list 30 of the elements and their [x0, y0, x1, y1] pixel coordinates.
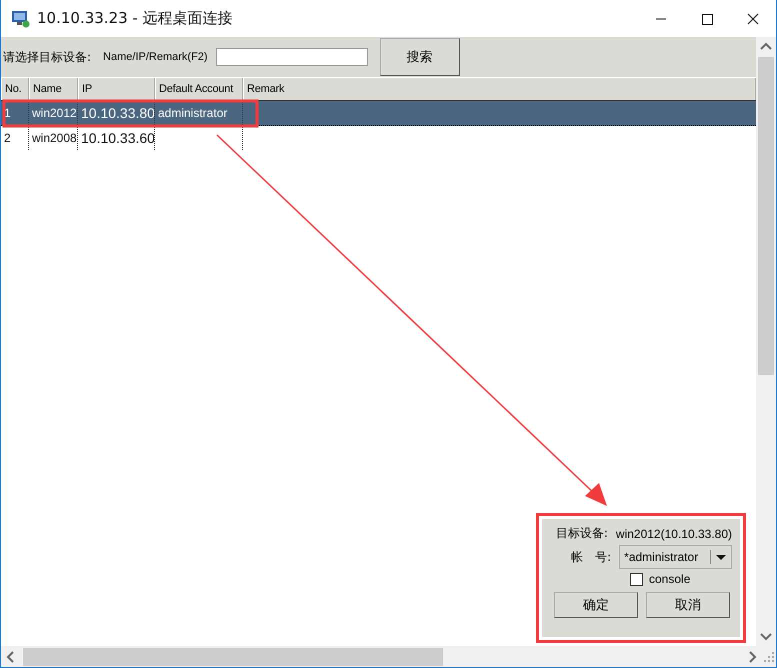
table-cell: win2012: [32, 106, 77, 120]
cancel-button[interactable]: 取消: [646, 592, 730, 618]
table-cell: 2: [4, 131, 11, 145]
horizontal-scrollbar[interactable]: [1, 646, 776, 667]
scroll-thumb[interactable]: [758, 57, 774, 375]
table-row[interactable]: 2 win2008 10.10.33.60: [1, 126, 756, 150]
account-dropdown[interactable]: *administrator: [619, 545, 732, 569]
target-value: win2012(10.10.33.80): [616, 526, 732, 540]
vertical-scrollbar[interactable]: [756, 37, 776, 646]
resize-grip-icon[interactable]: [762, 650, 776, 664]
table-cell: 10.10.33.60: [81, 130, 154, 146]
target-label: 目标设备:: [554, 525, 608, 542]
checkbox-label: console: [649, 572, 690, 586]
monitor-icon: [11, 10, 31, 28]
scroll-thumb[interactable]: [23, 648, 443, 666]
column-header[interactable]: Default Account: [155, 78, 243, 100]
window-title: 10.10.33.23 - 远程桌面连接: [37, 9, 233, 28]
table-cell: 10.10.33.80: [81, 105, 154, 121]
table-cell: win2008: [32, 131, 77, 145]
search-label: Name/IP/Remark(F2): [103, 51, 208, 63]
checkbox[interactable]: [630, 572, 643, 586]
account-label: 帐 号:: [570, 548, 612, 566]
search-field[interactable]: [216, 48, 368, 66]
ok-button[interactable]: 确定: [554, 592, 638, 618]
column-header[interactable]: No.: [1, 78, 29, 100]
prompt-label: 请选择目标设备:: [3, 48, 92, 66]
column-header[interactable]: IP: [78, 78, 155, 100]
table-cell: administrator: [158, 106, 228, 120]
column-header[interactable]: Name: [29, 78, 78, 100]
search-button[interactable]: 搜索: [380, 38, 460, 76]
